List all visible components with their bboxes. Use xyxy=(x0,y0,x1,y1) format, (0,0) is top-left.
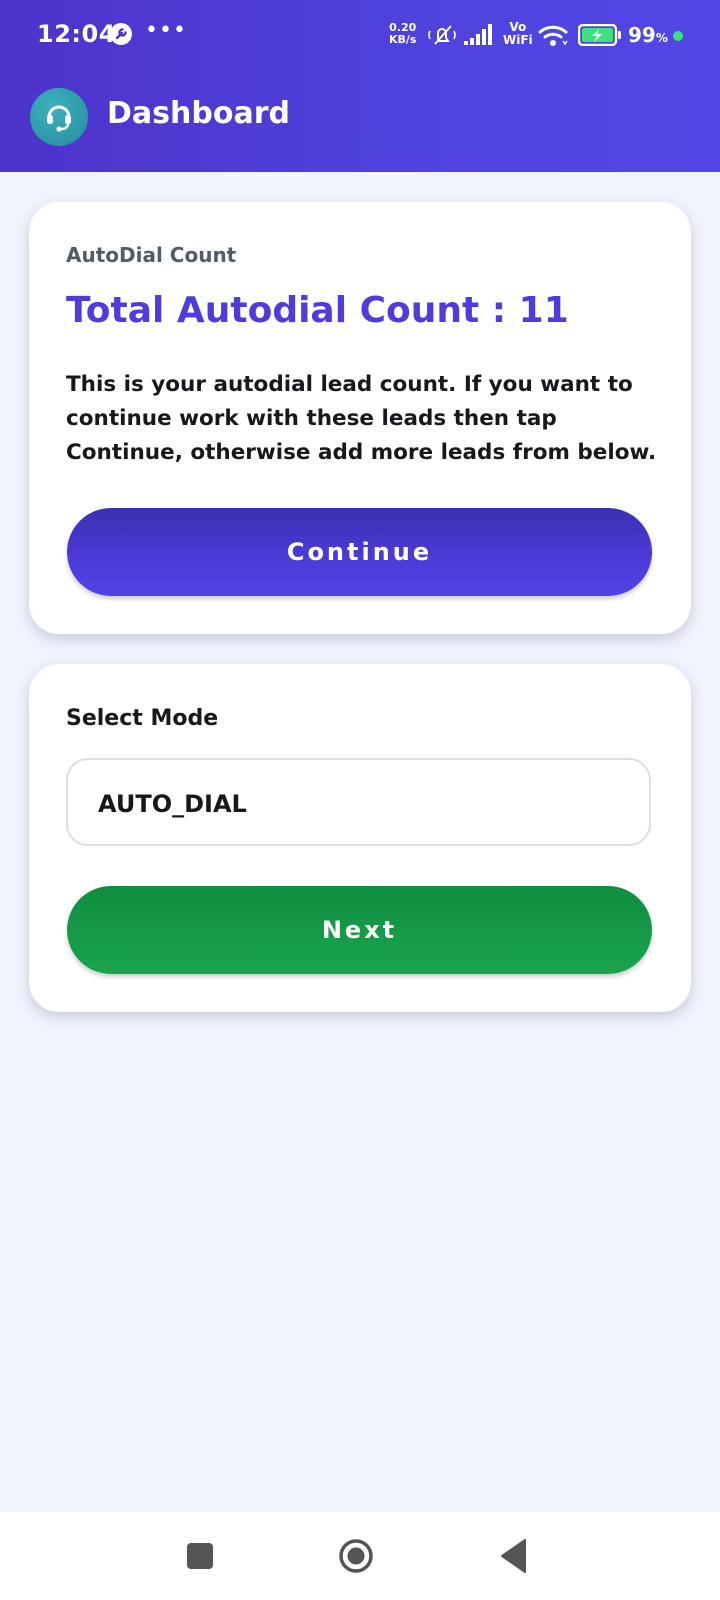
page-title: Dashboard xyxy=(107,96,290,131)
autodial-subtitle: AutoDial Count xyxy=(66,243,237,267)
headset-icon xyxy=(47,105,71,132)
autodial-card: AutoDial Count Total Autodial Count : 11… xyxy=(29,202,691,634)
mode-select[interactable]: AUTO_DIAL xyxy=(66,758,651,846)
privacy-dot xyxy=(673,31,683,41)
battery-percent: 99% xyxy=(628,23,668,47)
signal-icon xyxy=(464,24,492,45)
next-button[interactable]: Next xyxy=(67,886,652,974)
avatar[interactable] xyxy=(30,88,88,146)
mute-icon xyxy=(428,25,456,45)
more-icon: ••• xyxy=(145,18,187,43)
battery-charging-icon xyxy=(578,24,621,46)
back-icon[interactable] xyxy=(500,1539,526,1573)
status-time: 12:04 xyxy=(37,20,116,48)
home-icon[interactable] xyxy=(338,1538,374,1574)
header-background: 12:04 ••• 0.20 KB/s Vo WiFi 99% Dashboar… xyxy=(0,0,720,172)
battery-percent-value: 99 xyxy=(628,23,656,47)
autodial-count-heading: Total Autodial Count : 11 xyxy=(66,290,569,331)
net-speed-unit: KB/s xyxy=(389,33,417,46)
continue-button[interactable]: Continue xyxy=(67,508,652,596)
net-speed: 0.20 KB/s xyxy=(389,22,416,46)
wrench-icon xyxy=(110,23,132,45)
vowifi-indicator: Vo WiFi xyxy=(503,21,533,47)
status-bar: 12:04 ••• 0.20 KB/s Vo WiFi 99% xyxy=(0,0,720,62)
select-mode-label: Select Mode xyxy=(66,706,219,731)
battery-percent-unit: % xyxy=(655,31,668,45)
mode-card: Select Mode AUTO_DIAL Next xyxy=(29,664,691,1012)
autodial-description: This is your autodial lead count. If you… xyxy=(66,372,657,465)
mode-select-value: AUTO_DIAL xyxy=(98,790,247,818)
app-bar: Dashboard xyxy=(0,62,720,172)
wifi-icon xyxy=(538,25,568,46)
system-nav-bar xyxy=(0,1512,720,1600)
vowifi-bottom: WiFi xyxy=(503,33,533,47)
recents-icon[interactable] xyxy=(187,1543,213,1569)
